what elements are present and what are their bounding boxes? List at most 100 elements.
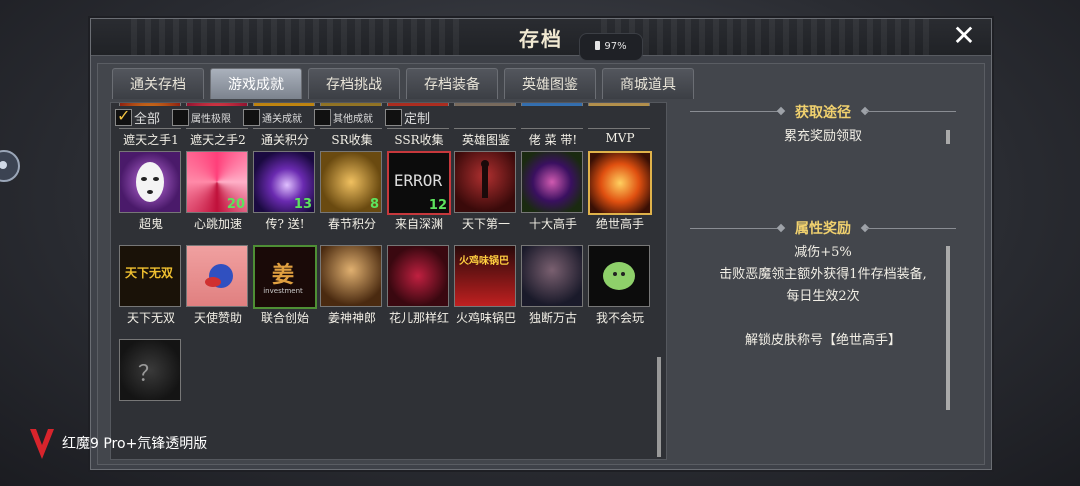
- source-scrollbar[interactable]: [946, 130, 950, 144]
- source-title: 获取途径: [795, 105, 851, 121]
- tab-achievements[interactable]: 游戏成就: [210, 68, 302, 99]
- error-text: ERROR: [393, 171, 443, 190]
- tab-save-equipment[interactable]: 存档装备: [406, 68, 498, 99]
- reward-line: 减伤+5%: [794, 245, 852, 260]
- reward-scrollbar[interactable]: [946, 246, 950, 410]
- list-scrollbar[interactable]: [657, 357, 661, 457]
- reward-line: 击败恶魔领主额外获得1件存档装备,: [719, 267, 927, 282]
- error-abyss-icon: ERROR 12: [387, 151, 451, 215]
- jiang-god-portrait-icon: [320, 245, 382, 307]
- reward-line: 解锁皮肤称号【绝世高手】: [744, 333, 901, 348]
- achievement-label: 遮天之手2: [190, 133, 246, 147]
- battery-icon: [595, 41, 601, 50]
- achievement-list[interactable]: 遮天之手1 遮天之手2 通关积分 SR收集 SSR收集 英雄图鉴 佬 菜 带! …: [110, 102, 667, 460]
- no-face-mask-icon: [119, 151, 181, 213]
- filter-label: 定制: [404, 111, 431, 127]
- filter-label: 通关成就: [262, 113, 303, 125]
- achievement-label: SSR收集: [394, 133, 444, 147]
- achievement-label: 英雄图鉴: [461, 133, 510, 147]
- eternal-warrior-icon: [521, 245, 583, 307]
- checkbox-icon[interactable]: [314, 108, 332, 126]
- question-icon: ？: [137, 362, 160, 387]
- heartbeat-swirl-icon: 20: [186, 151, 248, 213]
- achievement-label: SR收集: [331, 133, 373, 147]
- achievement-count: 8: [369, 197, 379, 212]
- filter-custom[interactable]: 定制: [385, 108, 430, 127]
- tab-hero-codex[interactable]: 英雄图鉴: [504, 68, 596, 99]
- achievement-label: 花儿那样红: [388, 311, 449, 325]
- checkbox-icon[interactable]: [243, 108, 261, 126]
- content-area: 通关存档 游戏成就 存档挑战 存档装备 英雄图鉴 商城道具 遮天之手1 遮天之手…: [97, 63, 985, 465]
- sheep-glyph: [603, 262, 635, 290]
- achievement-label: 超鬼: [138, 217, 163, 231]
- angel-glyph: [205, 264, 233, 288]
- glowing-hand-icon: [588, 151, 652, 215]
- achievement-label: 通关积分: [260, 133, 309, 147]
- achievement-label: 遮天之手1: [123, 133, 179, 147]
- filter-label: 全部: [134, 111, 161, 127]
- divider: [866, 111, 956, 112]
- spring-festival-icon: 8: [320, 151, 382, 213]
- checkbox-icon[interactable]: [385, 108, 403, 126]
- tab-clear-save[interactable]: 通关存档: [112, 68, 204, 99]
- co-founder-icon: 姜 investment: [253, 245, 317, 309]
- filter-other-achv[interactable]: 其他成就: [314, 108, 374, 126]
- achievement-label: 传? 送!: [265, 217, 305, 231]
- achievement-count: 12: [428, 198, 447, 213]
- tab-shop-items[interactable]: 商城道具: [602, 68, 694, 99]
- portal-swirl-icon: 13: [253, 151, 315, 213]
- icon-calligraphy: 天下无双: [124, 266, 173, 280]
- divider: [866, 228, 956, 229]
- achievement-label: 佬 菜 带!: [528, 133, 578, 147]
- battery-indicator: 97%: [579, 33, 643, 61]
- filter-bar: 全部 属性极限 通关成就 其他成就 定制: [115, 106, 660, 128]
- checkbox-icon[interactable]: [172, 108, 190, 126]
- top-ten-masters-icon: [521, 151, 583, 213]
- achievement-label: 十大高手: [528, 217, 577, 231]
- number-one-figure-icon: [454, 151, 516, 213]
- achievement-label: 姜神神郎: [327, 311, 376, 325]
- icon-logo-subtext: investment: [263, 287, 303, 295]
- green-sheep-icon: [588, 245, 650, 307]
- achievement-label: 天使赞助: [193, 311, 242, 325]
- achievement-label: MVP: [605, 131, 635, 145]
- achievement-label: 绝世高手: [595, 217, 644, 231]
- achievement-label: 心跳加速: [193, 217, 242, 231]
- icon-logo-text: 火鸡味锅巴: [459, 256, 509, 267]
- mask-glyph: [136, 162, 164, 202]
- logo-glyph: [30, 429, 54, 459]
- archive-window: 存档 ✕ 通关存档 游戏成就 存档挑战 存档装备 英雄图鉴 商城道具 遮天之手1…: [90, 18, 992, 470]
- icon-logo-text: 姜: [271, 262, 294, 288]
- achievement-label: 天下第一: [461, 217, 510, 231]
- checkbox-checked-icon[interactable]: [115, 106, 132, 126]
- filter-label: 其他成就: [333, 113, 374, 125]
- achievement-label: 我不会玩: [595, 311, 644, 325]
- achievement-label: 天下无双: [126, 311, 175, 325]
- watermark-text: 红魔9 Pro+氘锋透明版: [62, 436, 208, 452]
- achievement-count: 13: [293, 197, 312, 212]
- title-bar: 存档 ✕: [91, 19, 991, 56]
- tab-save-challenge[interactable]: 存档挑战: [308, 68, 400, 99]
- source-text: 累充奖励领取: [783, 129, 862, 144]
- achievement-label: 独断万古: [528, 311, 577, 325]
- achievement-label: 火鸡味锅巴: [455, 311, 516, 325]
- achievement-label: 联合创始: [260, 311, 309, 325]
- filter-attr-limit[interactable]: 属性极限: [172, 108, 232, 126]
- filter-all[interactable]: 全部: [115, 106, 161, 127]
- locked-mystery-icon: ？: [119, 339, 181, 401]
- figure-glyph: [481, 160, 489, 198]
- detail-panel: 获取途径 累充奖励领取 属性奖励 减伤+5% 击败恶魔领主额外获得1件存档装备,…: [670, 102, 976, 458]
- achievement-label: 春节积分: [327, 217, 376, 231]
- device-watermark: 红魔9 Pro+氘锋透明版: [28, 424, 207, 462]
- filter-clear-achv[interactable]: 通关成就: [243, 108, 303, 126]
- red-flower-icon: [387, 245, 449, 307]
- filter-label: 属性极限: [191, 113, 232, 125]
- achievement-count: 20: [226, 197, 245, 212]
- close-icon[interactable]: ✕: [949, 21, 979, 51]
- red-magic-logo-icon: [28, 425, 56, 461]
- angel-sponsor-icon: [186, 245, 248, 307]
- achievement-grid: 遮天之手1 遮天之手2 通关积分 SR收集 SSR收集 英雄图鉴 佬 菜 带! …: [111, 103, 666, 459]
- achievement-label: 来自深渊: [394, 217, 443, 231]
- window-title: 存档: [519, 27, 563, 51]
- tab-bar: 通关存档 游戏成就 存档挑战 存档装备 英雄图鉴 商城道具: [112, 68, 694, 99]
